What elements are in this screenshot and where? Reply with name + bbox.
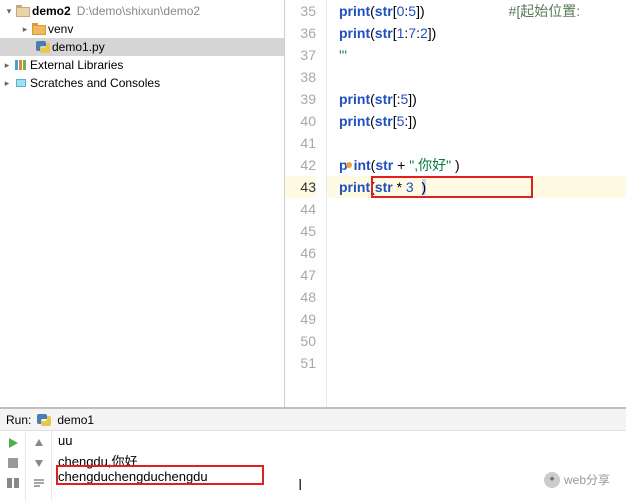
watermark-text: web分享 (564, 471, 610, 488)
scroll-down-button[interactable] (30, 455, 48, 471)
line-number: 48 (285, 286, 316, 308)
code-line[interactable] (327, 198, 626, 220)
run-panel: Run: demo1 uu chengdu,你好 chengduchengduc… (0, 408, 626, 500)
code-line[interactable] (327, 330, 626, 352)
code-editor[interactable]: 35 36 37 38 39 40 41 42 43 44 45 46 47 4… (285, 0, 626, 407)
project-tree[interactable]: ▾ demo2 D:\demo\shixun\demo2 ▸ venv demo… (0, 0, 285, 407)
python-file-icon (36, 41, 50, 53)
code-line[interactable] (327, 308, 626, 330)
python-file-icon (37, 414, 51, 426)
run-body: uu chengdu,你好 chengduchengduchengdu I ✦ … (0, 431, 626, 500)
code-line[interactable] (327, 220, 626, 242)
rerun-button[interactable] (4, 435, 22, 451)
code-line[interactable] (327, 352, 626, 374)
line-number: 46 (285, 242, 316, 264)
tree-item-label: demo1.py (52, 40, 105, 54)
stop-button[interactable] (4, 455, 22, 471)
wrap-button[interactable] (30, 475, 48, 491)
tree-venv[interactable]: ▸ venv (0, 20, 284, 38)
console-line: uu (58, 433, 620, 451)
line-number: 42 (285, 154, 316, 176)
code-line[interactable]: print(str[0:5])#[起始位置: (327, 0, 626, 22)
code-line[interactable] (327, 286, 626, 308)
line-number: 36 (285, 22, 316, 44)
line-number: 43 (285, 176, 316, 198)
code-area[interactable]: print(str[0:5])#[起始位置: print(str[1:7:2])… (327, 0, 626, 407)
code-line[interactable]: print(str * 3 ) (327, 176, 626, 198)
line-number: 38 (285, 66, 316, 88)
code-line[interactable] (327, 132, 626, 154)
tree-item-label: venv (48, 22, 73, 36)
line-number: 45 (285, 220, 316, 242)
tree-root[interactable]: ▾ demo2 D:\demo\shixun\demo2 (0, 2, 284, 20)
warning-icon (346, 162, 352, 168)
tree-item-label: External Libraries (30, 58, 123, 72)
wechat-icon: ✦ (544, 472, 560, 488)
line-number: 50 (285, 330, 316, 352)
code-line[interactable]: print(str[5:]) (327, 110, 626, 132)
tree-scratches[interactable]: ▸ Scratches and Consoles (0, 74, 284, 92)
run-toolbar-2 (26, 431, 52, 500)
run-tab-label[interactable]: demo1 (57, 413, 94, 427)
folder-icon (16, 5, 30, 17)
run-label: Run: (6, 413, 31, 427)
line-number: 49 (285, 308, 316, 330)
line-number: 35 (285, 0, 316, 22)
code-line[interactable]: ''' (327, 44, 626, 66)
code-line[interactable] (327, 66, 626, 88)
scroll-up-button[interactable] (30, 435, 48, 451)
console-line: chengdu,你好 (58, 451, 620, 469)
line-number: 51 (285, 352, 316, 374)
code-line[interactable] (327, 264, 626, 286)
line-number: 44 (285, 198, 316, 220)
line-gutter: 35 36 37 38 39 40 41 42 43 44 45 46 47 4… (285, 0, 327, 407)
run-toolbar (0, 431, 26, 500)
code-line[interactable]: print(str[1:7:2]) (327, 22, 626, 44)
code-line[interactable]: pint(str + ",你好" ) (327, 154, 626, 176)
line-number: 47 (285, 264, 316, 286)
line-number: 37 (285, 44, 316, 66)
code-line[interactable] (327, 242, 626, 264)
console-output[interactable]: uu chengdu,你好 chengduchengduchengdu I ✦ … (52, 431, 626, 500)
folder-icon (32, 23, 46, 35)
tree-item-label: Scratches and Consoles (30, 76, 160, 90)
chevron-down-icon[interactable]: ▾ (4, 6, 14, 17)
tree-file[interactable]: demo1.py (0, 38, 284, 56)
watermark: ✦ web分享 (544, 471, 610, 488)
scratches-icon (14, 77, 28, 89)
line-number: 41 (285, 132, 316, 154)
tree-root-path: D:\demo\shixun\demo2 (77, 4, 200, 18)
tree-external[interactable]: ▸ External Libraries (0, 56, 284, 74)
code-line[interactable]: print(str[:5]) (327, 88, 626, 110)
chevron-right-icon[interactable]: ▸ (2, 78, 12, 89)
line-number: 40 (285, 110, 316, 132)
run-header: Run: demo1 (0, 409, 626, 431)
main-split: ▾ demo2 D:\demo\shixun\demo2 ▸ venv demo… (0, 0, 626, 408)
line-number: 39 (285, 88, 316, 110)
layout-button[interactable] (4, 475, 22, 491)
tree-root-label: demo2 (32, 4, 71, 18)
chevron-right-icon[interactable]: ▸ (2, 60, 12, 71)
text-cursor-icon: I (298, 477, 302, 495)
library-icon (14, 59, 28, 71)
chevron-right-icon[interactable]: ▸ (20, 24, 30, 35)
console-line: chengduchengduchengdu (58, 469, 620, 487)
